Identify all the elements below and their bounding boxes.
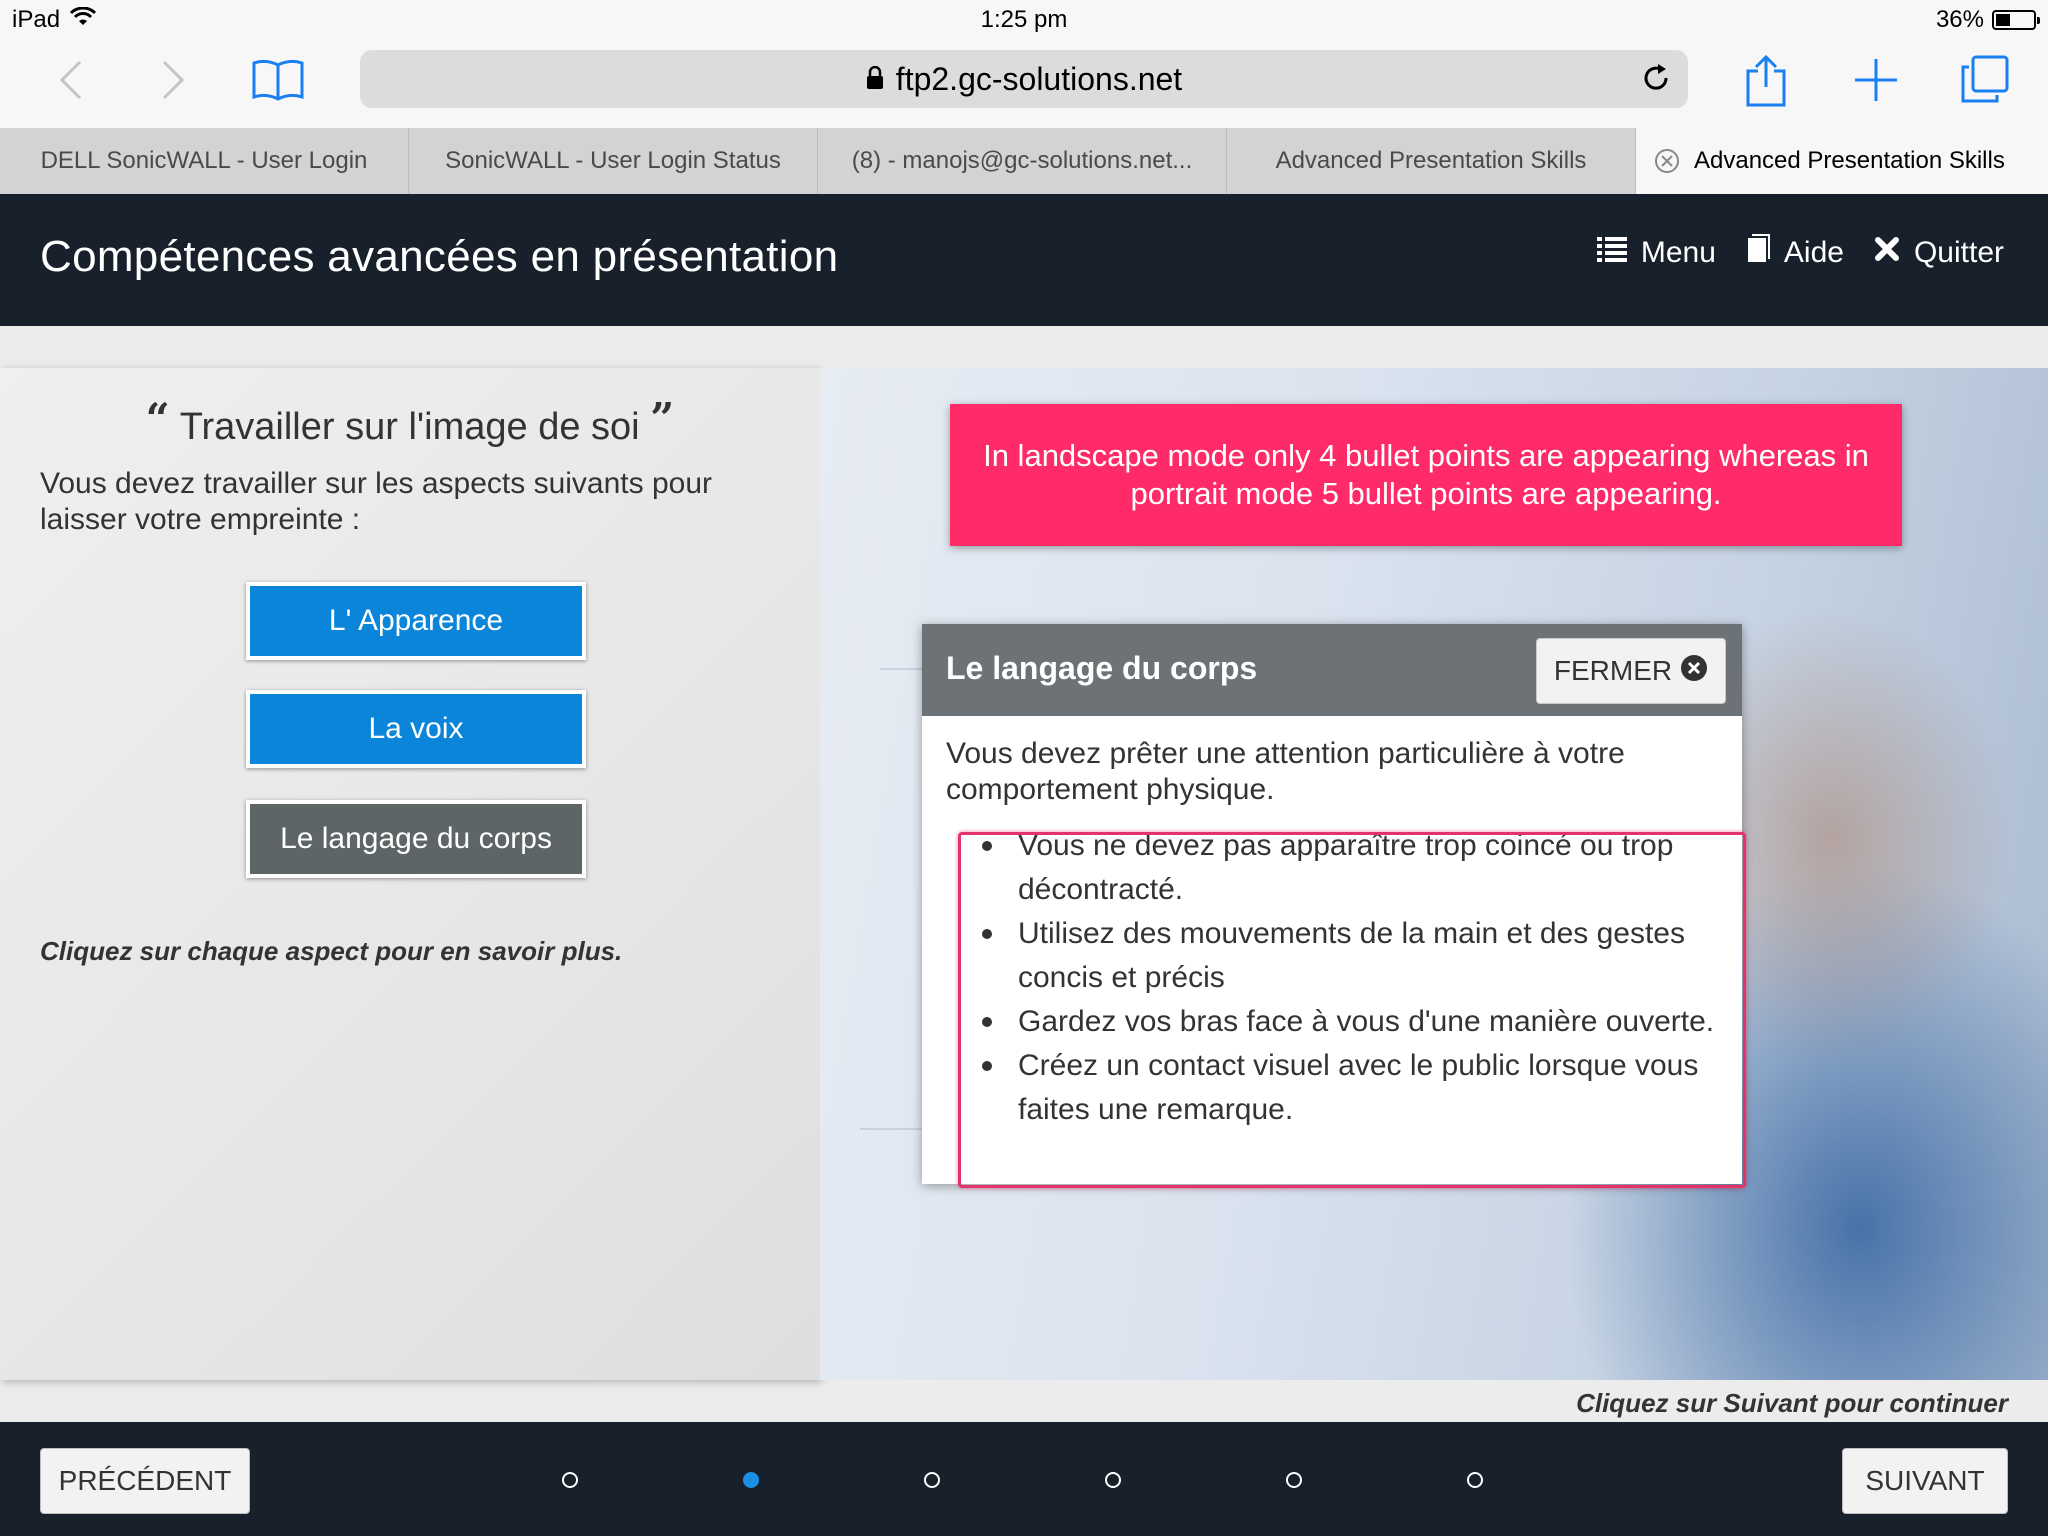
lock-icon xyxy=(866,61,884,98)
close-tab-icon[interactable] xyxy=(1654,148,1680,174)
reload-icon[interactable] xyxy=(1640,62,1672,102)
quit-label: Quitter xyxy=(1913,236,2004,269)
tab-sonicwall-login[interactable]: DELL SonicWALL - User Login xyxy=(0,128,409,194)
button-label: Le langage du corps xyxy=(280,822,552,855)
button-label: L' Apparence xyxy=(328,604,504,637)
battery-icon xyxy=(1992,10,2040,30)
left-panel: “ Travailler sur l'image de soi ” Vous d… xyxy=(0,368,820,1380)
close-icon xyxy=(1874,236,1900,270)
address-bar[interactable]: ftp2.gc-solutions.net xyxy=(360,50,1688,108)
course-footer: PRÉCÉDENT SUIVANT xyxy=(0,1422,2048,1536)
button-label: La voix xyxy=(368,712,464,745)
close-popup-button[interactable]: FERMER xyxy=(1536,638,1726,704)
tab-label: DELL SonicWALL - User Login xyxy=(40,147,368,174)
menu-button[interactable]: Menu xyxy=(1596,234,1716,272)
page-dot[interactable] xyxy=(924,1472,940,1488)
forward-icon[interactable] xyxy=(144,50,204,110)
body-language-popup: Le langage du corps FERMER Vous devez pr… xyxy=(922,624,1742,1184)
tab-label: Advanced Presentation Skills xyxy=(1275,147,1587,174)
list-item: Utilisez des mouvements de la main et de… xyxy=(962,912,1722,1000)
section-heading-text: Travailler sur l'image de soi xyxy=(179,406,640,448)
intro-text: Vous devez travailler sur les aspects su… xyxy=(40,467,712,536)
tab-presentation-skills-active[interactable]: Advanced Presentation Skills xyxy=(1636,128,2048,194)
tab-label: SonicWALL - User Login Status xyxy=(445,147,781,174)
body-language-button[interactable]: Le langage du corps xyxy=(246,800,586,878)
page-dot[interactable] xyxy=(1286,1472,1302,1488)
status-bar: iPad 1:25 pm 36% xyxy=(0,0,2048,40)
tab-presentation-skills[interactable]: Advanced Presentation Skills xyxy=(1227,128,1636,194)
close-circle-icon xyxy=(1680,654,1708,689)
course-nav: Menu Aide Quitter xyxy=(1596,234,2004,272)
tab-sonicwall-status[interactable]: SonicWALL - User Login Status xyxy=(409,128,818,194)
page-dot[interactable] xyxy=(1467,1472,1483,1488)
book-icon xyxy=(1746,234,1770,272)
page-dot[interactable] xyxy=(743,1472,759,1488)
section-heading: “ Travailler sur l'image de soi ” xyxy=(0,394,820,449)
previous-label: PRÉCÉDENT xyxy=(58,1465,232,1496)
status-right: 36% xyxy=(1935,6,2040,34)
review-annotation: In landscape mode only 4 bullet points a… xyxy=(950,404,1902,546)
open-quote-icon: “ xyxy=(145,394,170,443)
page-dot[interactable] xyxy=(1105,1472,1121,1488)
next-button[interactable]: SUIVANT xyxy=(1842,1448,2008,1514)
clock: 1:25 pm xyxy=(980,6,1068,33)
tab-mail[interactable]: (8) - manojs@gc-solutions.net... xyxy=(818,128,1227,194)
list-item: Gardez vos bras face à vous d'une manièr… xyxy=(962,1000,1722,1044)
popup-title: Le langage du corps xyxy=(946,650,1258,686)
continue-hint: Cliquez sur Suivant pour continuer xyxy=(1576,1388,2008,1418)
back-icon[interactable] xyxy=(40,50,100,110)
popup-header: Le langage du corps FERMER xyxy=(922,624,1742,716)
list-item: Vous ne devez pas apparaître trop coincé… xyxy=(962,824,1722,912)
help-label: Aide xyxy=(1783,236,1844,269)
browser-tabs: DELL SonicWALL - User Login SonicWALL - … xyxy=(0,128,2048,194)
share-icon[interactable] xyxy=(1736,50,1796,110)
tabs-overview-icon[interactable] xyxy=(1954,50,2014,110)
new-tab-icon[interactable] xyxy=(1846,50,1906,110)
course-header: Compétences avancées en présentation Men… xyxy=(0,194,2048,326)
url-text: ftp2.gc-solutions.net xyxy=(895,60,1183,97)
next-label: SUIVANT xyxy=(1865,1465,1985,1496)
bullet-list: Vous ne devez pas apparaître trop coincé… xyxy=(962,824,1722,1132)
tab-label: (8) - manojs@gc-solutions.net... xyxy=(851,147,1193,174)
list-icon xyxy=(1596,235,1627,271)
popup-intro: Vous devez prêter une attention particul… xyxy=(946,737,1625,806)
annotation-text: In landscape mode only 4 bullet points a… xyxy=(983,438,1869,511)
list-item: Créez un contact visuel avec le public l… xyxy=(962,1044,1722,1132)
previous-button[interactable]: PRÉCÉDENT xyxy=(40,1448,250,1514)
bookmarks-icon[interactable] xyxy=(248,50,308,110)
page-dot[interactable] xyxy=(562,1472,578,1488)
tab-label: Advanced Presentation Skills xyxy=(1694,147,2005,174)
browser-toolbar: ftp2.gc-solutions.net xyxy=(0,40,2048,128)
course-title: Compétences avancées en présentation xyxy=(40,232,839,281)
appearance-button[interactable]: L' Apparence xyxy=(246,582,586,660)
quit-button[interactable]: Quitter xyxy=(1874,234,2004,272)
voice-button[interactable]: La voix xyxy=(246,690,586,768)
close-label: FERMER xyxy=(1553,655,1673,686)
aspect-hint: Cliquez sur chaque aspect pour en savoir… xyxy=(40,936,623,966)
close-quote-icon: ” xyxy=(650,394,675,443)
battery-percent: 36% xyxy=(1935,6,1984,33)
menu-label: Menu xyxy=(1640,236,1716,269)
help-button[interactable]: Aide xyxy=(1746,234,1844,272)
battery-fill xyxy=(1996,14,2011,26)
